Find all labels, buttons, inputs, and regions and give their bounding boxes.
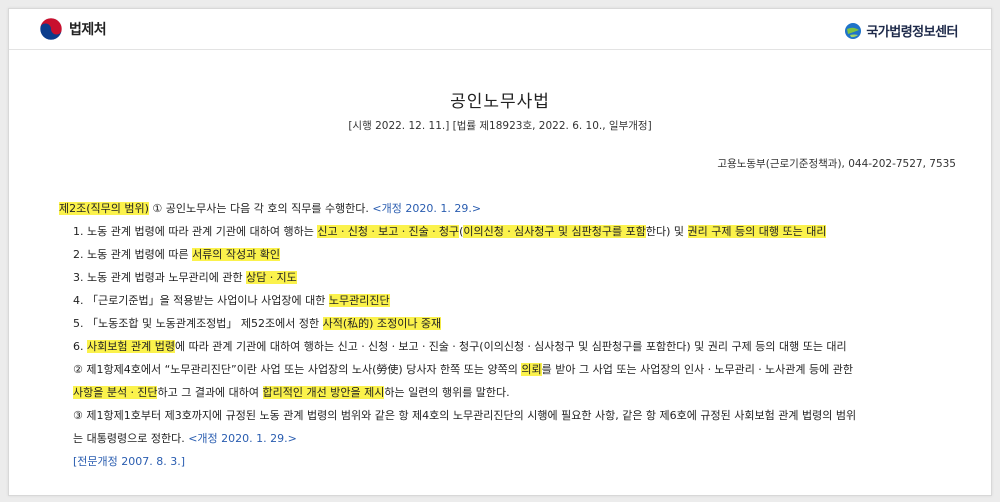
article-heading: 제2조(직무의 범위) — [59, 202, 149, 215]
globe-icon — [845, 22, 862, 39]
highlight: 사적(私的) 조정이나 중재 — [322, 317, 442, 330]
highlight: 사항을 분석ㆍ진단 — [73, 386, 158, 399]
header: 법제처 국가법령정보센터 — [9, 9, 991, 50]
moleg-logo[interactable]: 법제처 — [39, 17, 107, 41]
paragraph-text: 를 받아 그 사업 또는 사업장의 인사ㆍ노무관리ㆍ노사관계 등에 관한 — [541, 363, 853, 376]
item-text: 한다) 및 — [645, 225, 688, 238]
full-revision-note[interactable]: [전문개정 2007. 8. 3.] — [59, 450, 969, 473]
highlight: 합리적인 개선 방안을 제시 — [262, 386, 385, 399]
paragraph-text: ③ 제1항제1호부터 제3호까지에 규정된 노동 관계 법령의 범위와 같은 항… — [73, 409, 857, 422]
highlight: 의뢰 — [521, 363, 542, 376]
paragraph-text: 하고 그 결과에 대하여 — [157, 386, 263, 399]
item-5: 5. 「노동조합 및 노동관계조정법」 제52조에서 정한 사적(私的) 조정이… — [59, 312, 969, 335]
item-text: 4. 「근로기준법」을 적용받는 사업이나 사업장에 대한 — [73, 294, 329, 307]
item-text: 에 따라 관계 기관에 대하여 행하는 신고ㆍ신청ㆍ보고ㆍ진술ㆍ청구(이의신청ㆍ… — [174, 340, 847, 353]
highlight: 노무관리진단 — [328, 294, 390, 307]
item-6: 6. 사회보험 관계 법령에 따라 관계 기관에 대하여 행하는 신고ㆍ신청ㆍ보… — [59, 335, 969, 358]
item-text: 1. 노동 관계 법령에 따라 관계 기관에 대하여 행하는 — [73, 225, 318, 238]
paragraph-text: 하는 일련의 행위를 말한다. — [384, 386, 510, 399]
law-title: 공인노무사법 — [450, 92, 550, 112]
article-heading-line: 제2조(직무의 범위) ① 공인노무사는 다음 각 호의 직무를 수행한다. <… — [59, 197, 969, 220]
law-info-center-logo[interactable]: 국가법령정보센터 — [844, 21, 958, 40]
highlight: 상담ㆍ지도 — [246, 271, 297, 284]
law-viewer-frame: 법제처 국가법령정보센터 공인노무사법 [시행 2022. 12. 11.] [… — [8, 8, 992, 496]
paragraph-text: ② 제1항제4호에서 “노무관리진단”이란 사업 또는 사업장의 노사(勞使) … — [73, 363, 522, 376]
article-2: 제2조(직무의 범위) ① 공인노무사는 다음 각 호의 직무를 수행한다. <… — [59, 197, 969, 473]
taegeuk-emblem-icon — [39, 17, 63, 41]
item-1: 1. 노동 관계 법령에 따라 관계 기관에 대하여 행하는 신고ㆍ신청ㆍ보고ㆍ… — [59, 220, 969, 243]
paragraph-2-line-2: 사항을 분석ㆍ진단하고 그 결과에 대하여 합리적인 개선 방안을 제시하는 일… — [59, 381, 969, 404]
department-contact: 고용노동부(근로기준정책과), 044-202-7527, 7535 — [717, 158, 956, 170]
paragraph-2-line-1: ② 제1항제4호에서 “노무관리진단”이란 사업 또는 사업장의 노사(勞使) … — [59, 358, 969, 381]
amendment-link[interactable]: <개정 2020. 1. 29.> — [188, 432, 297, 445]
highlight: 신고ㆍ신청ㆍ보고ㆍ진술ㆍ청구 — [317, 225, 460, 238]
paragraph-3-line-1: ③ 제1항제1호부터 제3호까지에 규정된 노동 관계 법령의 범위와 같은 항… — [59, 404, 969, 427]
paragraph-text: 는 대통령령으로 정한다. — [73, 432, 189, 445]
item-text: 3. 노동 관계 법령과 노무관리에 관한 — [73, 271, 247, 284]
amendment-link[interactable]: <개정 2020. 1. 29.> — [372, 202, 481, 215]
law-info-center-text: 국가법령정보센터 — [866, 25, 958, 40]
item-text: 5. 「노동조합 및 노동관계조정법」 제52조에서 정한 — [73, 317, 323, 330]
item-3: 3. 노동 관계 법령과 노무관리에 관한 상담ㆍ지도 — [59, 266, 969, 289]
highlight: 권리 구제 등의 대행 또는 대리 — [687, 225, 827, 238]
highlight: 이의신청ㆍ심사청구 및 심판청구를 포함 — [463, 225, 646, 238]
moleg-logo-text: 법제처 — [69, 22, 107, 38]
paragraph-1-text: ① 공인노무사는 다음 각 호의 직무를 수행한다. — [148, 202, 373, 215]
highlight: 사회보험 관계 법령 — [87, 340, 175, 353]
paragraph-3-line-2: 는 대통령령으로 정한다. <개정 2020. 1. 29.> — [59, 427, 969, 450]
item-text: 6. — [73, 340, 87, 353]
item-2: 2. 노동 관계 법령에 따른 서류의 작성과 확인 — [59, 243, 969, 266]
highlight: 서류의 작성과 확인 — [192, 248, 281, 261]
item-text: 2. 노동 관계 법령에 따른 — [73, 248, 193, 261]
item-4: 4. 「근로기준법」을 적용받는 사업이나 사업장에 대한 노무관리진단 — [59, 289, 969, 312]
enforcement-info: [시행 2022. 12. 11.] [법률 제18923호, 2022. 6.… — [348, 120, 652, 132]
